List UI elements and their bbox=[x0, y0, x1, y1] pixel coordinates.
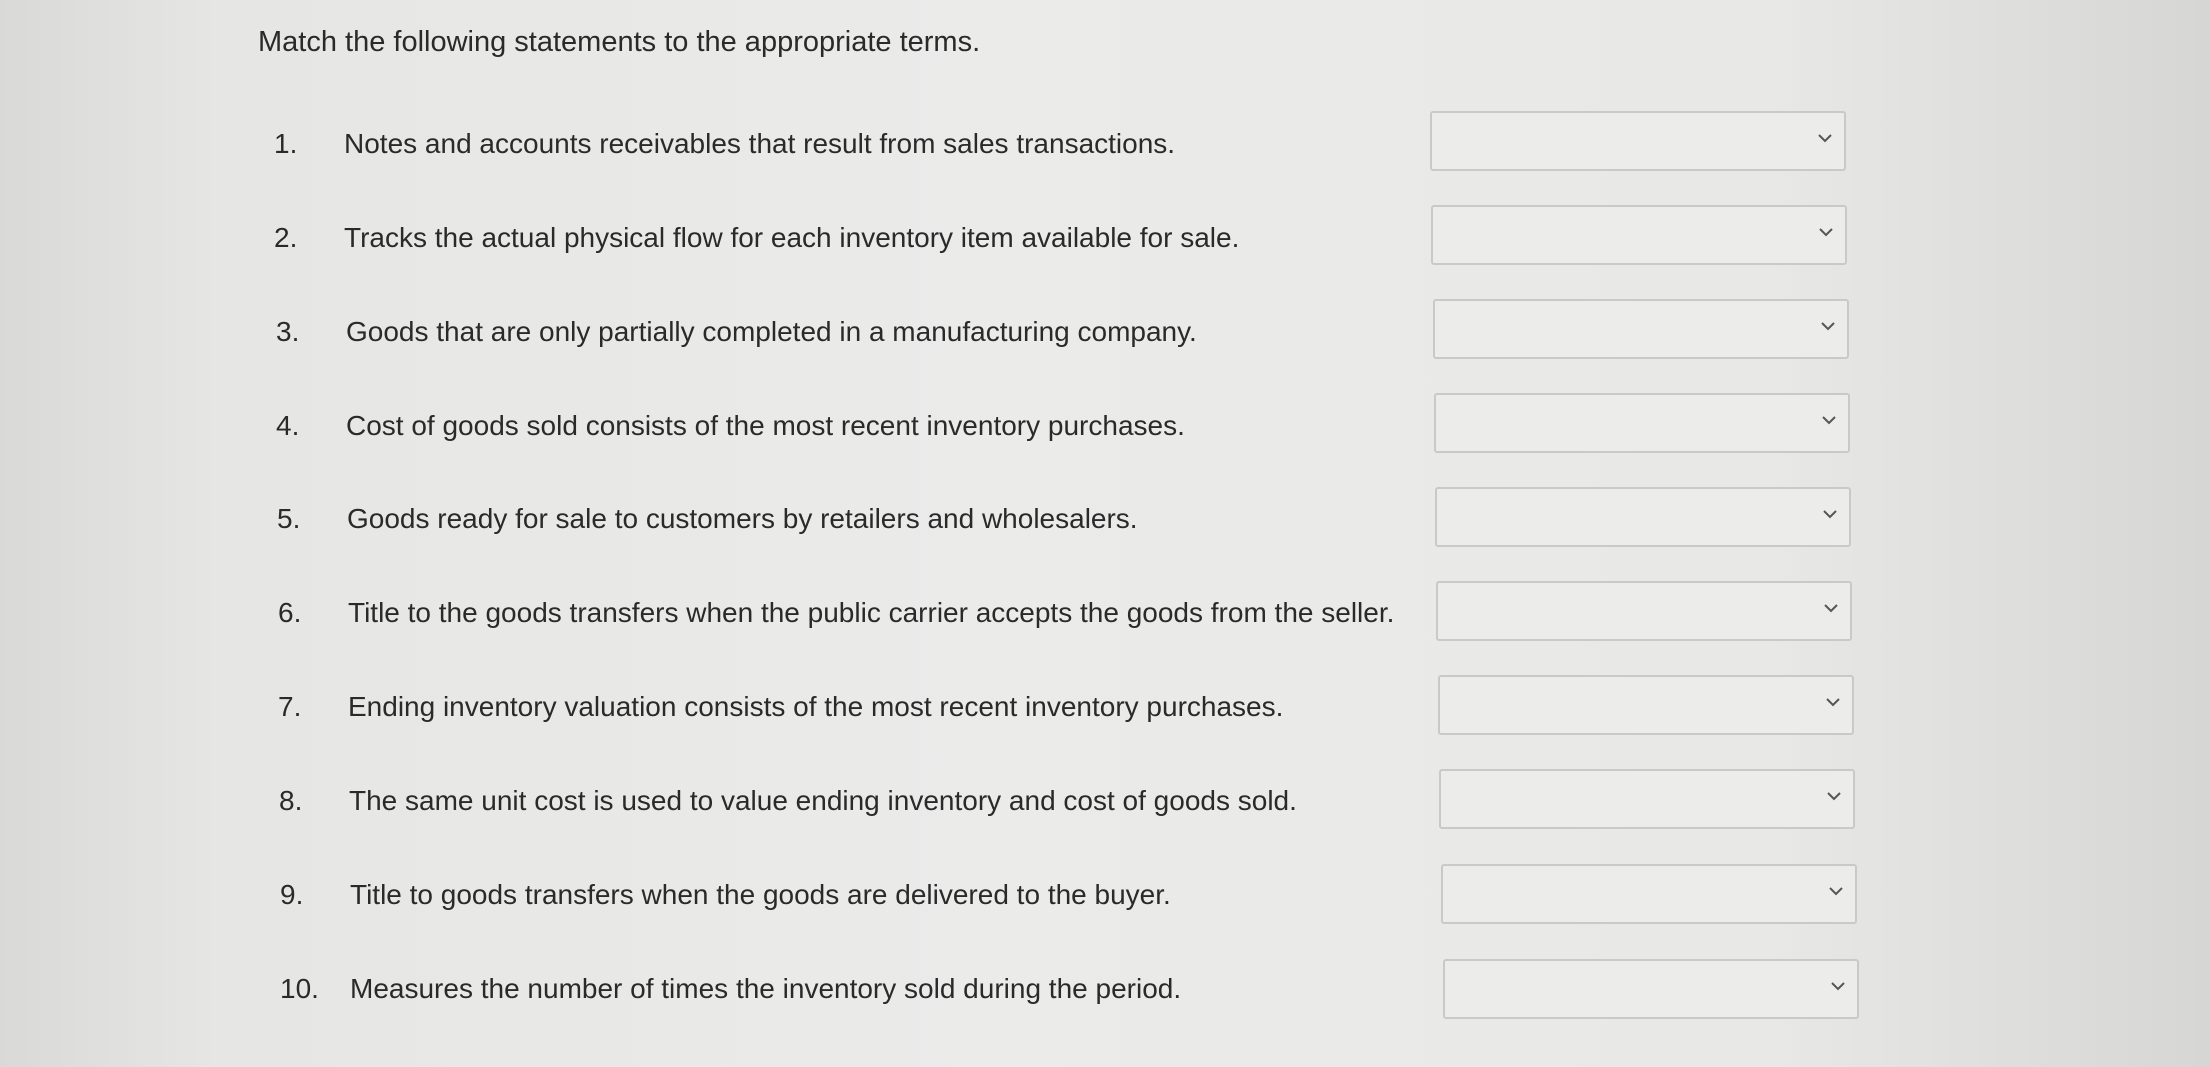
question-text: Measures the number of times the invento… bbox=[350, 973, 1182, 1004]
question-number: 2. bbox=[274, 222, 298, 253]
chevron-down-icon bbox=[1827, 884, 1845, 898]
question-number: 10. bbox=[280, 973, 319, 1004]
question-text: Title to goods transfers when the goods … bbox=[350, 879, 1171, 910]
answer-dropdown-4[interactable] bbox=[1434, 393, 1850, 453]
question-text: Tracks the actual physical flow for each… bbox=[344, 222, 1240, 253]
answer-dropdown-1[interactable] bbox=[1430, 111, 1846, 171]
question-number: 1. bbox=[274, 128, 298, 159]
question-text: Goods ready for sale to customers by ret… bbox=[347, 503, 1138, 534]
chevron-down-icon bbox=[1825, 789, 1843, 803]
answer-dropdown-9[interactable] bbox=[1441, 864, 1857, 924]
question-text: Ending inventory valuation consists of t… bbox=[348, 691, 1284, 722]
answer-dropdown-7[interactable] bbox=[1438, 675, 1854, 735]
question-text: Goods that are only partially completed … bbox=[346, 316, 1197, 347]
question-number: 4. bbox=[276, 410, 300, 441]
chevron-down-icon bbox=[1822, 601, 1840, 615]
question-number: 5. bbox=[277, 503, 301, 534]
answer-dropdown-3[interactable] bbox=[1433, 299, 1849, 359]
answer-dropdown-2[interactable] bbox=[1431, 205, 1847, 265]
answer-dropdown-6[interactable] bbox=[1436, 581, 1852, 641]
chevron-down-icon bbox=[1819, 319, 1837, 333]
chevron-down-icon bbox=[1816, 131, 1834, 145]
answer-dropdown-5[interactable] bbox=[1435, 487, 1851, 547]
question-number: 3. bbox=[276, 316, 300, 347]
chevron-down-icon bbox=[1817, 225, 1835, 239]
answer-dropdown-8[interactable] bbox=[1439, 769, 1855, 829]
question-number: 9. bbox=[280, 879, 304, 910]
answer-dropdown-10[interactable] bbox=[1443, 959, 1859, 1019]
chevron-down-icon bbox=[1824, 695, 1842, 709]
chevron-down-icon bbox=[1821, 507, 1839, 521]
question-number: 6. bbox=[278, 597, 302, 628]
question-text: The same unit cost is used to value endi… bbox=[349, 785, 1297, 816]
question-list: 1. Notes and accounts receivables that r… bbox=[0, 0, 2210, 1067]
question-number: 8. bbox=[279, 785, 303, 816]
chevron-down-icon bbox=[1820, 413, 1838, 427]
question-text: Notes and accounts receivables that resu… bbox=[344, 128, 1176, 159]
question-text: Cost of goods sold consists of the most … bbox=[346, 410, 1185, 441]
question-text: Title to the goods transfers when the pu… bbox=[348, 597, 1395, 628]
chevron-down-icon bbox=[1829, 979, 1847, 993]
quiz-page: Match the following statements to the ap… bbox=[0, 0, 2210, 1067]
question-number: 7. bbox=[278, 691, 302, 722]
